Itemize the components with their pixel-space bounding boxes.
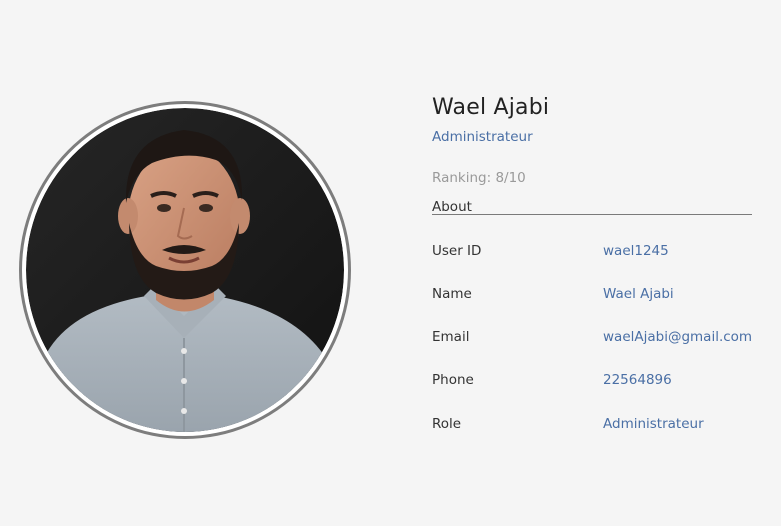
- profile-name: Wael Ajabi: [432, 95, 550, 120]
- detail-label: Phone: [432, 372, 474, 388]
- detail-label: Role: [432, 416, 462, 432]
- tab-underline: [432, 214, 752, 215]
- detail-label: Email: [432, 329, 470, 345]
- detail-value: 22564896: [603, 372, 672, 388]
- detail-row-name: Name Wael Ajabi: [432, 286, 762, 306]
- detail-row-email: Email waelAjabi@gmail.com: [432, 329, 762, 349]
- profile-ranking: Ranking: 8/10: [432, 170, 526, 186]
- tab-about[interactable]: About: [432, 199, 472, 215]
- detail-label: User ID: [432, 243, 482, 259]
- detail-value: waelAjabi@gmail.com: [603, 329, 753, 345]
- detail-row-user-id: User ID wael1245: [432, 243, 762, 263]
- detail-value: Administrateur: [603, 416, 704, 432]
- detail-label: Name: [432, 286, 472, 302]
- detail-value: wael1245: [603, 243, 669, 259]
- profile-avatar: [19, 101, 351, 439]
- detail-value: Wael Ajabi: [603, 286, 674, 302]
- profile-role: Administrateur: [432, 129, 533, 145]
- detail-row-phone: Phone 22564896: [432, 372, 762, 392]
- avatar-photo: [26, 108, 344, 432]
- detail-row-role: Role Administrateur: [432, 416, 762, 436]
